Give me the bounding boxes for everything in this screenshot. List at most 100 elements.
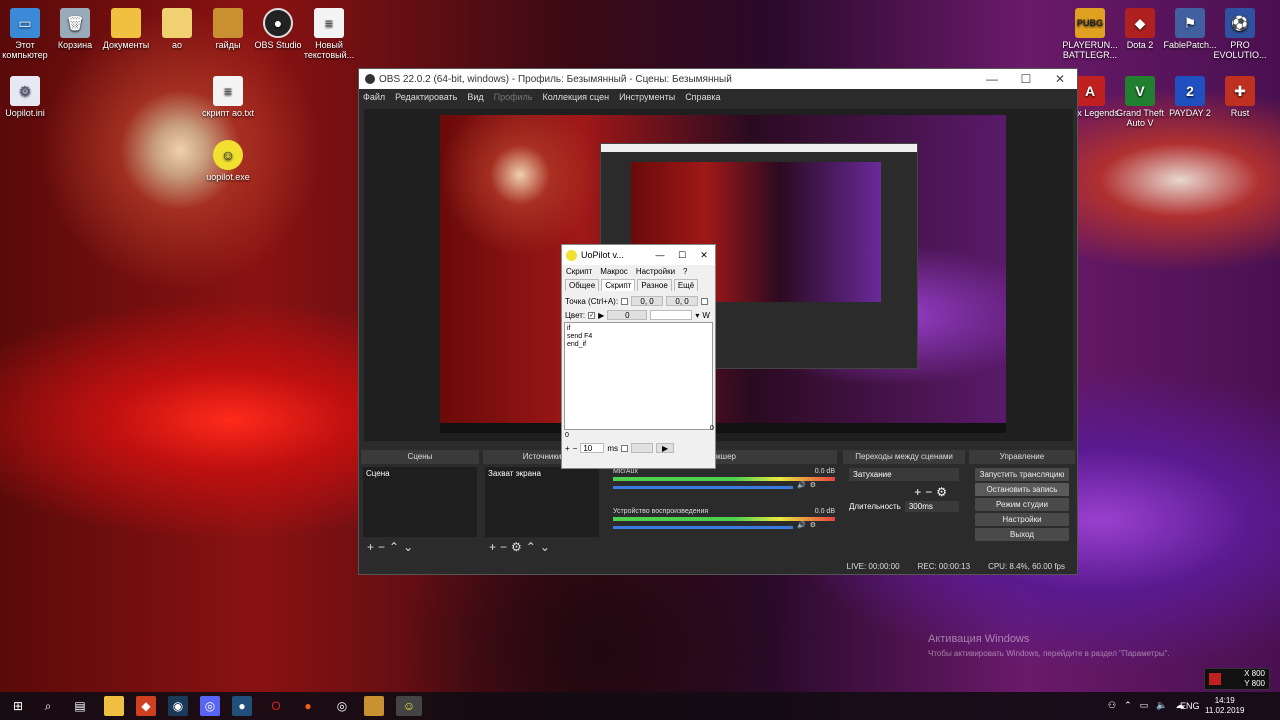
desktop-icon-new-text[interactable]: ≡ Новый текстовый... bbox=[297, 8, 361, 60]
smiley-icon bbox=[566, 249, 577, 261]
browser-icon[interactable]: ● bbox=[232, 696, 252, 716]
clock[interactable]: 14:19 11.02.2019 bbox=[1205, 696, 1244, 716]
menu-script[interactable]: Скрипт bbox=[566, 267, 592, 276]
exit-button[interactable]: Выход bbox=[975, 528, 1069, 541]
settings-button[interactable]: Настройки bbox=[975, 513, 1069, 526]
menu-scene-collection[interactable]: Коллекция сцен bbox=[542, 92, 609, 102]
opera-icon[interactable]: O bbox=[266, 696, 286, 716]
desktop-icon-uopilot-exe[interactable]: ☺ uopilot.exe bbox=[196, 140, 260, 182]
play-button[interactable]: ▶ bbox=[656, 443, 675, 453]
point-y-field[interactable]: 0, 0 bbox=[666, 296, 699, 306]
menu-help[interactable]: ? bbox=[683, 267, 687, 276]
speaker-icon[interactable]: 🔊 bbox=[797, 521, 806, 529]
people-icon[interactable]: ⚇ bbox=[1108, 700, 1124, 710]
menu-view[interactable]: Вид bbox=[467, 92, 483, 102]
language-indicator[interactable]: ENG bbox=[1180, 701, 1200, 711]
origin-icon[interactable]: ● bbox=[298, 696, 318, 716]
obs-preview[interactable] bbox=[364, 109, 1073, 441]
menu-profile[interactable]: Профиль bbox=[494, 92, 533, 102]
remove-icon[interactable]: − bbox=[573, 444, 578, 453]
remove-icon[interactable]: − bbox=[378, 540, 389, 554]
transitions-dock: Переходы между сценами Затухание +−⚙ Дли… bbox=[843, 450, 965, 570]
record-button[interactable] bbox=[631, 443, 654, 453]
maximize-icon[interactable]: ☐ bbox=[671, 250, 693, 261]
gear-icon[interactable]: ⚙ bbox=[810, 521, 816, 529]
uopilot-title-bar[interactable]: UoPilot v... — ☐ ✕ bbox=[562, 245, 715, 265]
gear-icon[interactable]: ⚙ bbox=[511, 540, 526, 554]
desktop-icon-label: Новый текстовый... bbox=[303, 40, 355, 60]
source-item[interactable]: Захват экрана bbox=[488, 469, 596, 478]
desktop-icon-script-txt[interactable]: ≡ скрипт ao.txt bbox=[196, 76, 260, 118]
close-icon[interactable]: ✕ bbox=[693, 250, 715, 261]
menu-file[interactable]: Файл bbox=[363, 92, 385, 102]
duration-input[interactable]: 300ms bbox=[904, 501, 959, 512]
stop-recording-button[interactable]: Остановить запись bbox=[975, 483, 1069, 496]
steam-icon[interactable]: ◉ bbox=[168, 696, 188, 716]
desktop-icon-rust[interactable]: ✚ Rust bbox=[1208, 76, 1272, 118]
add-icon[interactable]: + bbox=[367, 540, 378, 554]
remove-icon[interactable]: − bbox=[500, 540, 511, 554]
add-icon[interactable]: + bbox=[565, 444, 570, 453]
menu-help[interactable]: Справка bbox=[685, 92, 720, 102]
play-icon[interactable]: ▶ bbox=[598, 311, 604, 320]
down-icon[interactable]: ⌄ bbox=[403, 540, 417, 554]
color-checkbox[interactable]: ✓ bbox=[588, 311, 596, 319]
color-dropdown[interactable] bbox=[650, 310, 693, 320]
menu-edit[interactable]: Редактировать bbox=[395, 92, 457, 102]
interval-input[interactable]: 10 bbox=[580, 443, 605, 453]
search-icon[interactable]: ⌕ bbox=[38, 696, 58, 716]
maximize-icon[interactable]: ☐ bbox=[1009, 72, 1043, 86]
script-editor[interactable]: if send F4 end_if 0 bbox=[564, 322, 714, 432]
desktop-icon-uopilot-ini[interactable]: ⚙ Uopilot.ini bbox=[0, 76, 57, 118]
clock-date: 11.02.2019 bbox=[1205, 706, 1245, 715]
point-checkbox[interactable] bbox=[621, 297, 629, 305]
uopilot-taskbar-icon[interactable]: ☺ bbox=[396, 696, 422, 716]
minimize-icon[interactable]: — bbox=[649, 250, 671, 260]
task-view-icon[interactable]: ▤ bbox=[70, 696, 90, 716]
volume-slider[interactable] bbox=[613, 485, 793, 489]
minimize-icon[interactable]: — bbox=[975, 72, 1009, 86]
speaker-icon[interactable]: 🔊 bbox=[797, 481, 806, 489]
down-icon[interactable]: ⌄ bbox=[540, 540, 554, 554]
transition-select[interactable]: Затухание bbox=[849, 468, 959, 481]
interval-checkbox[interactable] bbox=[621, 444, 629, 452]
desktop-icon-pes[interactable]: ⚽ PRO EVOLUTIO... bbox=[1208, 8, 1272, 60]
tab-general[interactable]: Общее bbox=[565, 279, 600, 291]
remove-icon[interactable]: − bbox=[925, 485, 936, 499]
volume-slider[interactable] bbox=[613, 525, 793, 529]
start-icon[interactable]: ⊞ bbox=[8, 696, 28, 716]
volume-icon[interactable]: 🔈 bbox=[1156, 700, 1175, 710]
coordinate-widget: X 800 Y 800 bbox=[1204, 668, 1270, 690]
app-icon[interactable]: ◆ bbox=[136, 696, 156, 716]
menu-settings[interactable]: Настройки bbox=[636, 267, 675, 276]
scene-item[interactable]: Сцена bbox=[366, 469, 474, 478]
up-icon[interactable]: ⌃ bbox=[389, 540, 403, 554]
chevron-down-icon[interactable]: ▾ bbox=[695, 311, 699, 320]
tab-misc[interactable]: Разное bbox=[637, 279, 672, 291]
rust-icon: ✚ bbox=[1225, 76, 1255, 106]
up-icon[interactable]: ⌃ bbox=[526, 540, 540, 554]
gear-icon[interactable]: ⚙ bbox=[810, 481, 816, 489]
point-checkbox-2[interactable] bbox=[701, 297, 709, 305]
discord-icon[interactable]: ◎ bbox=[200, 696, 220, 716]
obs-taskbar-icon[interactable]: ◎ bbox=[332, 696, 352, 716]
point-x-field[interactable]: 0, 0 bbox=[631, 296, 664, 306]
menu-tools[interactable]: Инструменты bbox=[619, 92, 675, 102]
network-icon[interactable]: ▭ bbox=[1140, 700, 1157, 710]
menu-macro[interactable]: Макрос bbox=[600, 267, 628, 276]
tab-script[interactable]: Скрипт bbox=[601, 279, 636, 291]
studio-mode-button[interactable]: Режим студии bbox=[975, 498, 1069, 511]
tab-more[interactable]: Ещё bbox=[673, 279, 699, 291]
obs-title-bar[interactable]: OBS 22.0.2 (64-bit, windows) - Профиль: … bbox=[359, 69, 1077, 89]
color-field[interactable]: 0 bbox=[607, 310, 648, 320]
explorer-icon[interactable] bbox=[104, 696, 124, 716]
start-streaming-button[interactable]: Запустить трансляцию bbox=[975, 468, 1069, 481]
guides-taskbar-icon[interactable] bbox=[364, 696, 384, 716]
chevron-up-icon[interactable]: ⌃ bbox=[1124, 700, 1140, 710]
close-icon[interactable]: ✕ bbox=[1043, 72, 1077, 86]
channel-name: Устройство воспроизведения bbox=[613, 508, 709, 515]
add-icon[interactable]: + bbox=[489, 540, 500, 554]
gear-icon[interactable]: ⚙ bbox=[936, 485, 951, 499]
add-icon[interactable]: + bbox=[914, 485, 925, 499]
rec-status: REC: 00:00:13 bbox=[917, 561, 971, 571]
